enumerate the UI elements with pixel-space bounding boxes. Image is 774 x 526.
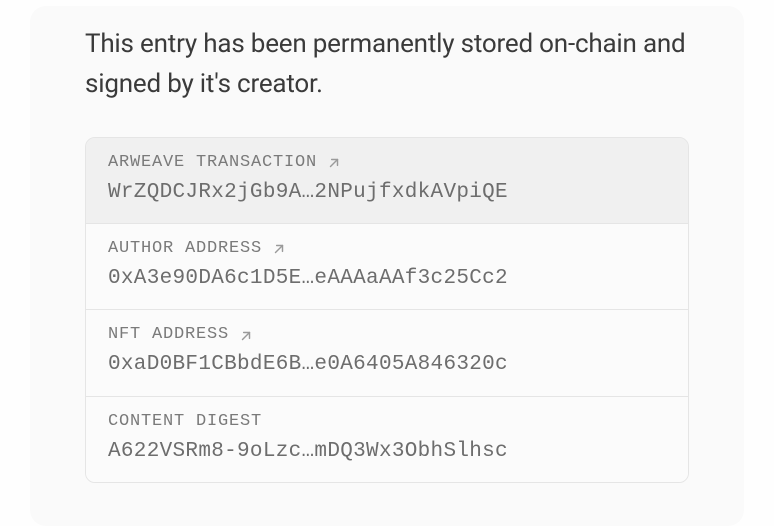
- content-digest-row: CONTENT DIGEST A622VSRm8-9oLzc…mDQ3Wx3Ob…: [86, 397, 688, 482]
- nft-address-label: NFT ADDRESS: [108, 325, 229, 344]
- record-label-line: CONTENT DIGEST: [108, 412, 666, 431]
- record-label-line: ARWEAVE TRANSACTION: [108, 153, 666, 172]
- arweave-transaction-value: WrZQDCJRx2jGb9A…2NPujfxdkAVpiQE: [108, 178, 666, 207]
- external-link-icon: [327, 155, 341, 169]
- author-address-value: 0xA3e90DA6c1D5E…eAAAaAAf3c25Cc2: [108, 264, 666, 293]
- description-text: This entry has been permanently stored o…: [85, 24, 689, 105]
- content-digest-label: CONTENT DIGEST: [108, 412, 262, 431]
- author-address-row[interactable]: AUTHOR ADDRESS 0xA3e90DA6c1D5E…eAAAaAAf3…: [86, 224, 688, 310]
- arweave-transaction-row[interactable]: ARWEAVE TRANSACTION WrZQDCJRx2jGb9A…2NPu…: [86, 138, 688, 224]
- nft-address-value: 0xaD0BF1CBbdE6B…e0A6405A846320c: [108, 350, 666, 379]
- records-list: ARWEAVE TRANSACTION WrZQDCJRx2jGb9A…2NPu…: [85, 137, 689, 484]
- record-label-line: AUTHOR ADDRESS: [108, 239, 666, 258]
- record-label-line: NFT ADDRESS: [108, 325, 666, 344]
- content-digest-value: A622VSRm8-9oLzc…mDQ3Wx3ObhSlhsc: [108, 437, 666, 466]
- arweave-transaction-label: ARWEAVE TRANSACTION: [108, 153, 317, 172]
- onchain-info-card: This entry has been permanently stored o…: [30, 6, 744, 526]
- author-address-label: AUTHOR ADDRESS: [108, 239, 262, 258]
- external-link-icon: [272, 241, 286, 255]
- external-link-icon: [239, 328, 253, 342]
- nft-address-row[interactable]: NFT ADDRESS 0xaD0BF1CBbdE6B…e0A6405A8463…: [86, 310, 688, 396]
